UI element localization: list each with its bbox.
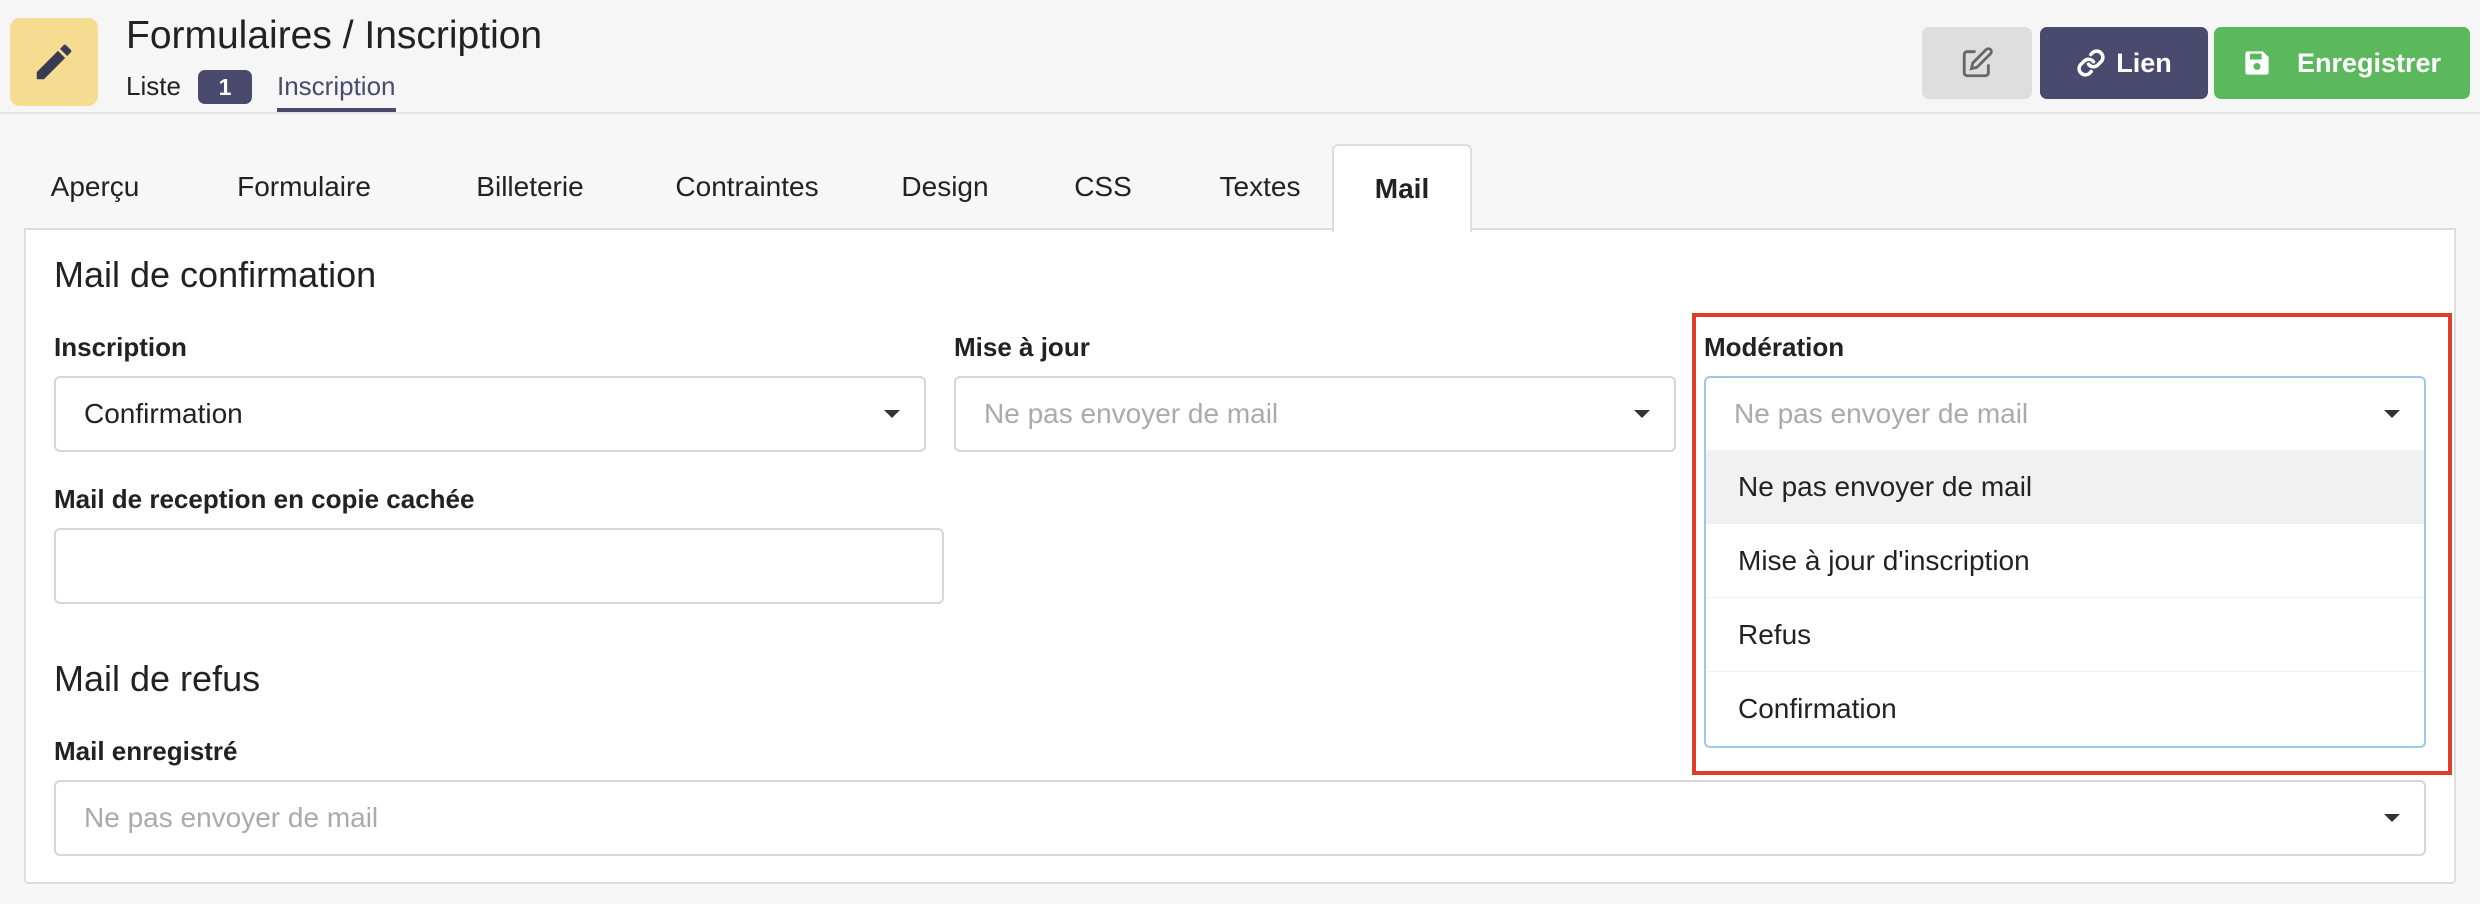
moderation-dropdown: Ne pas envoyer de mail Mise à jour d'ins… [1704,450,2426,748]
tab-css[interactable]: CSS [1058,144,1148,230]
edit-icon [1960,46,1994,80]
moderation-select[interactable]: Ne pas envoyer de mail [1704,376,2426,452]
link-button-label: Lien [2116,47,2172,78]
link-button[interactable]: Lien [2040,27,2208,99]
page-title: Formulaires / Inscription [126,14,543,57]
dropdown-option[interactable]: Refus [1706,598,2424,672]
inscription-label: Inscription [54,332,187,362]
page-header: Formulaires / Inscription Liste 1 Inscri… [0,0,2480,114]
tab-contraintes[interactable]: Contraintes [652,144,842,230]
section-title-refus: Mail de refus [54,658,261,699]
tab-mail[interactable]: Mail [1332,144,1472,232]
section-title-confirmation: Mail de confirmation [54,254,377,295]
link-icon [2076,48,2106,78]
subnav-list-link[interactable]: Liste [126,66,181,112]
saved-mail-select-placeholder: Ne pas envoyer de mail [84,802,379,833]
pencil-icon [10,18,98,106]
chevron-down-icon [884,410,900,418]
tab-design[interactable]: Design [880,144,1010,230]
tab-bar: Aperçu Formulaire Billeterie Contraintes… [24,144,2464,232]
list-count-badge: 1 [198,70,252,104]
chevron-down-icon [2384,410,2400,418]
dropdown-option[interactable]: Confirmation [1706,672,2424,746]
subnav-inscription-link[interactable]: Inscription [277,66,396,112]
edit-button[interactable] [1922,27,2032,99]
inscription-select-value: Confirmation [84,398,243,429]
save-button-label: Enregistrer [2296,47,2442,78]
moderation-label: Modération [1704,332,1845,362]
bcc-email-field[interactable] [54,528,944,604]
tab-textes[interactable]: Textes [1190,144,1330,230]
mise-a-jour-select-placeholder: Ne pas envoyer de mail [984,398,1279,429]
tab-apercu[interactable]: Aperçu [40,144,150,230]
mise-a-jour-label: Mise à jour [954,332,1090,362]
dropdown-option[interactable]: Mise à jour d'inscription [1706,524,2424,598]
saved-mail-select[interactable]: Ne pas envoyer de mail [54,780,2426,856]
tab-formulaire[interactable]: Formulaire [224,144,384,230]
save-icon [2243,49,2271,77]
chevron-down-icon [1634,410,1650,418]
inscription-select[interactable]: Confirmation [54,376,926,452]
moderation-select-placeholder: Ne pas envoyer de mail [1734,398,2029,429]
dropdown-option[interactable]: Ne pas envoyer de mail [1706,450,2424,524]
saved-mail-label: Mail enregistré [54,736,238,766]
save-button[interactable]: Enregistrer [2214,27,2470,99]
tab-billeterie[interactable]: Billeterie [450,144,610,230]
bcc-label: Mail de reception en copie cachée [54,484,475,514]
chevron-down-icon [2384,814,2400,822]
mise-a-jour-select[interactable]: Ne pas envoyer de mail [954,376,1676,452]
